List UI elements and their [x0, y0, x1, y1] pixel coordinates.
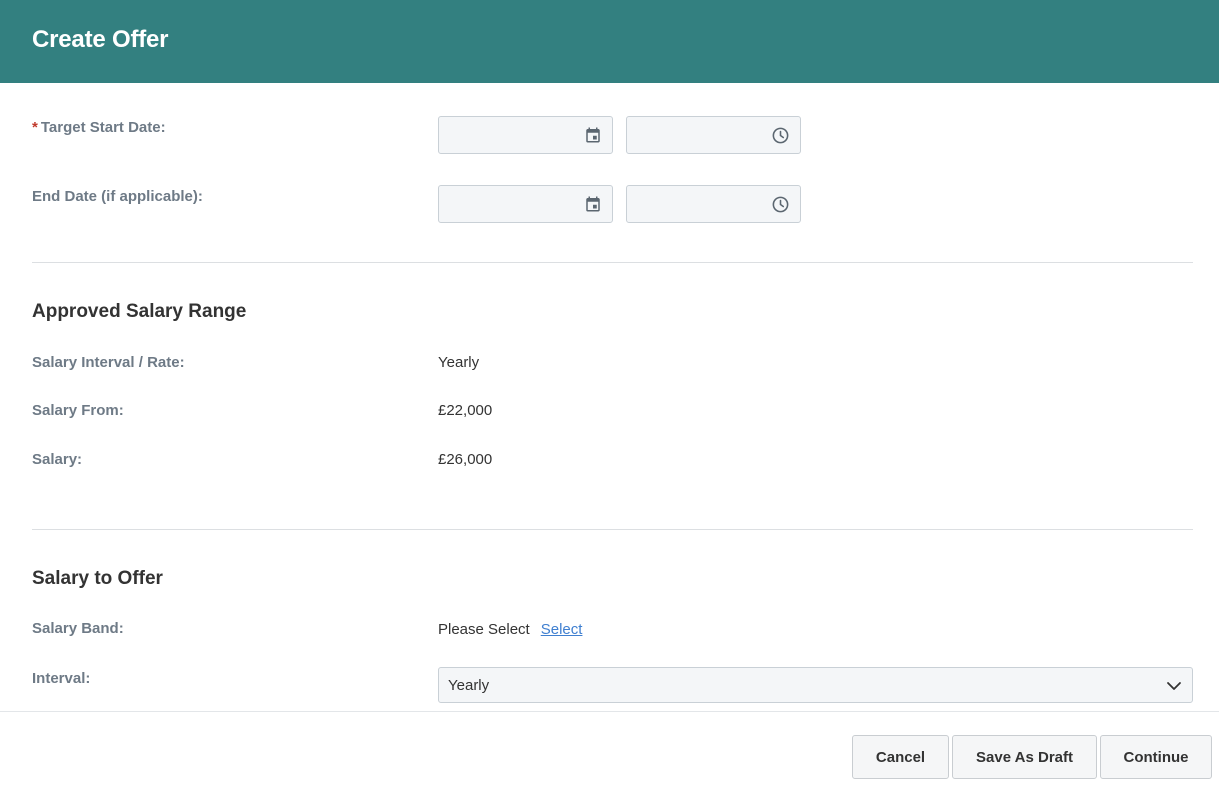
clock-icon[interactable]	[771, 195, 790, 214]
salary-to-offer-title: Salary to Offer	[32, 568, 163, 589]
calendar-icon[interactable]	[584, 195, 602, 213]
interval-label: Interval:	[32, 670, 91, 687]
interval-select-value: Yearly	[448, 677, 490, 694]
target-start-date-label-text: Target Start Date:	[40, 119, 166, 136]
section-divider	[32, 529, 1193, 530]
salary-from-label: Salary From:	[32, 402, 124, 419]
required-marker: *	[32, 119, 38, 136]
target-start-date-input[interactable]	[438, 116, 613, 154]
end-time-input[interactable]	[626, 185, 801, 223]
clock-icon[interactable]	[771, 126, 790, 145]
save-as-draft-button[interactable]: Save As Draft	[952, 735, 1097, 779]
salary-band-value: Please Select	[438, 621, 530, 638]
target-start-time-input[interactable]	[626, 116, 801, 154]
page-title: Create Offer	[32, 26, 169, 53]
salary-band-field: Please Select Select	[438, 621, 582, 638]
interval-select[interactable]: Yearly	[438, 667, 1193, 703]
continue-button[interactable]: Continue	[1100, 735, 1212, 779]
cancel-button[interactable]: Cancel	[852, 735, 949, 779]
calendar-icon[interactable]	[584, 126, 602, 144]
salary-band-select-link[interactable]: Select	[541, 621, 583, 638]
chevron-down-icon	[1167, 682, 1181, 690]
salary-interval-label: Salary Interval / Rate:	[32, 354, 185, 371]
section-divider	[32, 262, 1193, 263]
end-date-input[interactable]	[438, 185, 613, 223]
salary-interval-value: Yearly	[438, 354, 480, 371]
target-start-date-label: * Target Start Date:	[32, 119, 166, 136]
salary-label: Salary:	[32, 451, 83, 468]
approved-salary-range-title: Approved Salary Range	[32, 301, 247, 322]
footer-divider	[0, 711, 1219, 712]
salary-value: £26,000	[438, 451, 493, 468]
page-header: Create Offer	[0, 0, 1219, 83]
end-date-label: End Date (if applicable):	[32, 188, 203, 205]
salary-band-label: Salary Band:	[32, 620, 124, 637]
create-offer-page: Create Offer * Target Start Date: End Dat…	[0, 0, 1219, 793]
salary-from-value: £22,000	[438, 402, 493, 419]
